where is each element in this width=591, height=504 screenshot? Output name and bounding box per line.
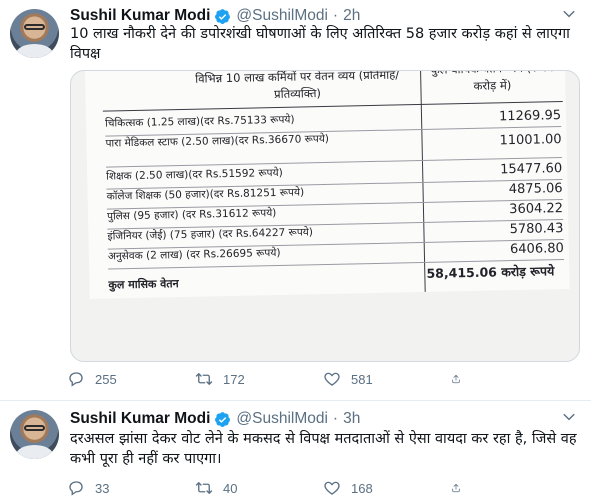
heart-icon xyxy=(324,481,340,495)
row-label: शिक्षक (2.50 लाख)(दर Rs.51592 रूपये) xyxy=(106,166,283,183)
tweet-text: 10 लाख नौकरी देने की डपोरशंखी घोषणाओं के… xyxy=(70,26,570,62)
retweet-button[interactable]: 40 xyxy=(195,479,323,497)
author-name[interactable]: Sushil Kumar Modi xyxy=(70,7,210,25)
tweet[interactable]: Sushil Kumar Modi @SushilModi · 2h 10 ला… xyxy=(0,0,591,400)
chevron-down-icon[interactable] xyxy=(559,6,579,22)
tweet[interactable]: Sushil Kumar Modi @SushilModi · 3h दरअसल… xyxy=(0,401,591,504)
retweet-count: 40 xyxy=(223,480,238,496)
tweet-actions: 255 172 581 xyxy=(67,370,497,388)
row-value: 11269.95 xyxy=(498,108,562,125)
author-name[interactable]: Sushil Kumar Modi xyxy=(70,410,210,428)
reply-button[interactable]: 33 xyxy=(67,479,195,497)
reply-icon xyxy=(69,372,83,387)
separator-dot: · xyxy=(332,410,339,427)
tweet-timestamp[interactable]: 2h xyxy=(343,7,360,25)
row-value: 6406.80 xyxy=(509,241,564,258)
author-handle[interactable]: @SushilModi xyxy=(236,7,328,25)
share-button[interactable] xyxy=(451,479,471,497)
reply-button[interactable]: 255 xyxy=(67,370,195,388)
avatar-glasses xyxy=(24,24,45,30)
chevron-down-icon[interactable] xyxy=(559,409,579,425)
tweet-header: Sushil Kumar Modi @SushilModi · 2h xyxy=(70,6,360,26)
avatar-shirt xyxy=(16,44,53,58)
row-label: पारा मेडिकल स्टाफ (2.50 लाख)(दर Rs.36670… xyxy=(105,132,330,150)
reply-count: 255 xyxy=(95,371,117,387)
like-button[interactable]: 581 xyxy=(323,370,451,388)
retweet-icon xyxy=(195,373,213,385)
share-icon xyxy=(452,483,460,493)
table-header-right: कुल वार्षिक वेतन व्यय (रूपये करोड़ में) xyxy=(431,71,554,93)
like-count: 581 xyxy=(351,371,373,387)
share-button[interactable] xyxy=(451,370,471,388)
table-header-left: विभिन्न 10 लाख कर्मियों पर वेतन व्यय (प्… xyxy=(195,70,400,102)
share-icon xyxy=(452,374,460,384)
tweet-text: दरअसल झांसा देकर वोट लेने के मकसद से विप… xyxy=(70,431,577,467)
avatar-glasses xyxy=(24,425,45,431)
retweet-icon xyxy=(195,482,213,494)
like-count: 168 xyxy=(351,480,373,496)
row-value: 11001.00 xyxy=(499,132,562,149)
separator-dot: · xyxy=(332,7,339,24)
heart-icon xyxy=(324,372,340,386)
reply-count: 33 xyxy=(95,480,110,496)
row-value: 3604.22 xyxy=(509,201,564,218)
author-avatar[interactable] xyxy=(10,9,59,58)
row-label: चिकित्सक (1.25 लाख)(दर Rs.75133 रूपये) xyxy=(104,113,295,130)
total-label: कुल मासिक वेतन xyxy=(108,277,179,292)
total-value: 58,415.06 करोड़ रूपये xyxy=(426,263,555,281)
verified-badge-icon xyxy=(215,411,231,427)
author-handle[interactable]: @SushilModi xyxy=(236,410,328,428)
verified-badge-icon xyxy=(215,8,231,24)
tweet-timestamp[interactable]: 3h xyxy=(343,410,360,428)
author-avatar[interactable] xyxy=(10,410,59,459)
retweet-count: 172 xyxy=(223,371,245,387)
tweet-image[interactable]: विभिन्न 10 लाख कर्मियों पर वेतन व्यय (प्… xyxy=(70,70,580,362)
tweet-actions: 33 40 168 xyxy=(67,479,497,497)
row-value: 4875.06 xyxy=(508,181,563,198)
reply-icon xyxy=(69,481,83,496)
retweet-button[interactable]: 172 xyxy=(195,370,323,388)
document-photo: विभिन्न 10 लाख कर्मियों पर वेतन व्यय (प्… xyxy=(85,70,570,299)
row-value: 15477.60 xyxy=(499,161,563,178)
avatar-shirt xyxy=(16,445,53,459)
like-button[interactable]: 168 xyxy=(323,479,451,497)
row-value: 5780.43 xyxy=(509,221,564,238)
tweet-header: Sushil Kumar Modi @SushilModi · 3h xyxy=(70,409,360,429)
